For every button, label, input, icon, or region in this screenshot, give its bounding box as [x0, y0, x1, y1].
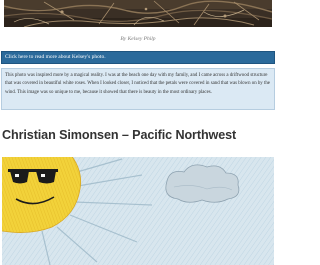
section-title: Christian Simonsen – Pacific Northwest: [2, 128, 237, 142]
read-more-button[interactable]: Click here to read more about Kelsey's p…: [1, 51, 275, 64]
photo-description: This photo was inspired more by a magica…: [1, 68, 275, 110]
kelsey-photo: [4, 0, 272, 27]
photo-credit: By Kelsey Philp: [120, 36, 156, 42]
artwork-image: [2, 157, 274, 265]
